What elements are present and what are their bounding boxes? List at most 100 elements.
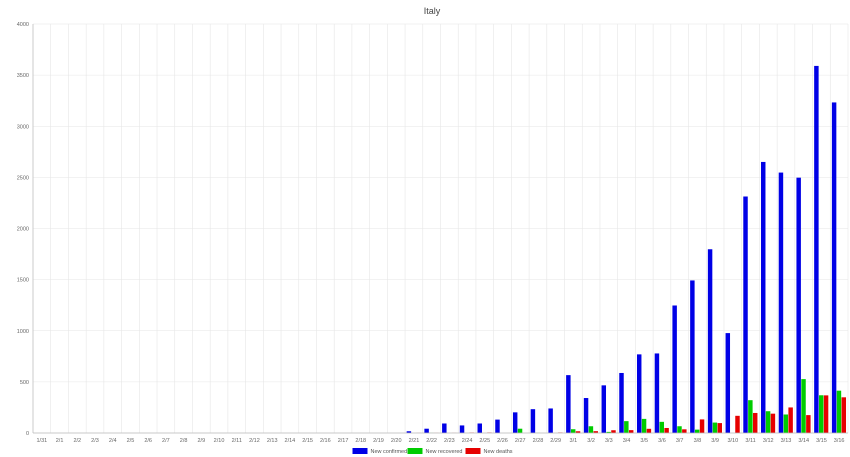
y-tick-label: 500 — [20, 380, 29, 386]
x-tick-label: 2/12 — [249, 438, 260, 444]
x-tick-label: 3/5 — [640, 438, 648, 444]
bar-new-recovered — [748, 400, 753, 433]
bar-new-recovered — [624, 421, 629, 433]
legend-label: New confirmed — [371, 449, 408, 455]
x-tick-label: 2/23 — [444, 438, 455, 444]
bar-new-confirmed — [654, 353, 660, 433]
bar-new-deaths — [628, 430, 634, 433]
x-tick-label: 2/27 — [515, 438, 526, 444]
bar-new-recovered — [765, 411, 771, 433]
bar-new-confirmed — [424, 428, 429, 433]
bar-new-recovered — [517, 428, 523, 433]
bar-new-recovered — [659, 421, 665, 433]
bars-layer — [406, 65, 847, 434]
y-tick-label: 0 — [26, 431, 29, 437]
bar-new-confirmed — [690, 280, 695, 433]
bar-new-confirmed — [814, 65, 819, 434]
bar-new-confirmed — [459, 425, 465, 433]
bar-new-deaths — [806, 415, 811, 433]
x-tick-label: 2/4 — [109, 438, 117, 444]
bar-new-confirmed — [566, 375, 571, 433]
bar-new-confirmed — [495, 419, 500, 433]
x-tick-label: 2/14 — [285, 438, 296, 444]
y-tick-label: 4000 — [17, 22, 29, 28]
x-tick-label: 2/13 — [267, 438, 278, 444]
legend-swatch — [352, 448, 368, 454]
axis-layer: 050010001500200025003000350040001/31 2/1 2… — [17, 22, 848, 444]
x-tick-label: 2/17 — [338, 438, 349, 444]
bar-new-confirmed — [796, 177, 801, 433]
x-tick-label: 2/26 — [497, 438, 508, 444]
x-tick-label: 3/9 — [711, 438, 719, 444]
y-tick-label: 3000 — [17, 124, 29, 130]
bar-new-deaths — [699, 419, 705, 433]
bar-new-recovered — [801, 379, 806, 433]
x-tick-label: 2/18 — [355, 438, 366, 444]
x-tick-label: 3/16 — [834, 438, 845, 444]
x-tick-label: 2/21 — [409, 438, 420, 444]
bar-new-deaths — [823, 395, 829, 433]
bar-new-deaths — [664, 427, 669, 433]
legend-label: New deaths — [484, 449, 513, 455]
bar-new-confirmed — [743, 196, 748, 433]
x-tick-label: 3/15 — [816, 438, 827, 444]
x-tick-label: 3/14 — [798, 438, 809, 444]
x-tick-label: 1/31 — [36, 438, 47, 444]
chart-title: Italy — [424, 6, 441, 16]
x-tick-label: 3/11 — [745, 438, 755, 444]
bar-new-confirmed — [548, 408, 553, 433]
x-tick-label: 3/6 — [658, 438, 666, 444]
bar-new-deaths — [717, 423, 722, 433]
bar-new-recovered — [588, 426, 594, 433]
x-tick-label: 2/29 — [550, 438, 561, 444]
x-tick-label: 2/16 — [320, 438, 331, 444]
legend-swatch — [465, 448, 481, 454]
bar-new-deaths — [611, 430, 616, 433]
bar-new-deaths — [735, 415, 740, 433]
bar-new-recovered — [836, 390, 842, 433]
bar-new-confirmed — [725, 333, 731, 433]
y-tick-label: 2500 — [17, 175, 29, 181]
bar-new-recovered — [712, 422, 718, 433]
x-tick-label: 2/9 — [197, 438, 205, 444]
x-tick-label: 2/3 — [91, 438, 99, 444]
bar-new-confirmed — [601, 385, 607, 433]
bar-new-confirmed — [707, 249, 713, 433]
x-tick-label: 3/2 — [587, 438, 595, 444]
bar-new-deaths — [752, 412, 758, 433]
x-tick-label: 2/2 — [73, 438, 81, 444]
legend-swatch — [407, 448, 423, 454]
bar-new-confirmed — [619, 372, 624, 433]
bar-chart: Italy 0 500 1000 1500 2000 2500 3000 3500 4000 1/… — [17, 6, 849, 455]
bar-new-deaths — [682, 429, 687, 433]
y-tick-label: 1500 — [17, 278, 29, 284]
x-tick-label: 2/1 — [56, 438, 64, 444]
x-tick-label: 3/7 — [676, 438, 684, 444]
x-tick-label: 3/13 — [781, 438, 792, 444]
bar-new-recovered — [641, 418, 647, 433]
x-tick-label: 2/28 — [533, 438, 544, 444]
bar-new-recovered — [694, 429, 700, 433]
x-tick-label: 2/25 — [479, 438, 490, 444]
bar-new-recovered — [819, 395, 824, 433]
x-tick-label: 3/4 — [623, 438, 631, 444]
bar-new-recovered — [570, 429, 576, 433]
bar-new-deaths — [841, 397, 847, 433]
x-tick-label: 2/5 — [127, 438, 135, 444]
x-tick-label: 3/12 — [763, 438, 774, 444]
bar-new-confirmed — [477, 423, 482, 433]
x-tick-label: 2/24 — [462, 438, 473, 444]
x-tick-label: 2/22 — [426, 438, 437, 444]
bar-new-confirmed — [831, 102, 837, 434]
x-tick-label: 3/10 — [727, 438, 738, 444]
x-tick-label: 2/19 — [373, 438, 384, 444]
legend: New confirmed New recovered New deaths — [352, 448, 513, 455]
x-tick-label: 3/3 — [605, 438, 613, 444]
x-tick-label: 2/11 — [232, 438, 242, 444]
y-tick-label: 1000 — [17, 329, 29, 335]
x-tick-label: 2/10 — [214, 438, 225, 444]
bar-new-recovered — [677, 426, 682, 433]
x-tick-label: 3/8 — [694, 438, 702, 444]
bar-new-confirmed — [761, 161, 766, 433]
x-tick-label: 2/7 — [162, 438, 170, 444]
